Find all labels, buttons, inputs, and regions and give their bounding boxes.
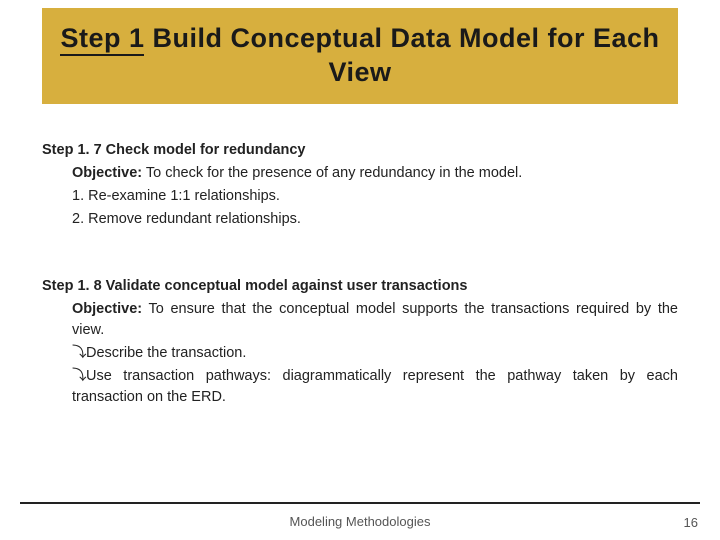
heading-prefix: Step 1. 8 xyxy=(42,278,106,294)
heading-prefix: Step 1. 7 xyxy=(42,142,106,158)
section-heading: Step 1. 7 Check model for redundancy xyxy=(42,140,678,161)
slide-body: Step 1. 7 Check model for redundancy Obj… xyxy=(42,140,678,408)
section-2: Step 1. 8 Validate conceptual model agai… xyxy=(42,276,678,408)
slide: Step 1 Build Conceptual Data Model for E… xyxy=(0,0,720,540)
footer-rule xyxy=(20,502,700,504)
item-text: Describe the transaction. xyxy=(86,345,246,361)
objective-text: To check for the presence of any redunda… xyxy=(142,165,522,181)
slide-title: Step 1 Build Conceptual Data Model for E… xyxy=(42,22,678,90)
arrow-bullet-icon: ⤵ xyxy=(72,366,86,387)
heading-text: Check model for redundancy xyxy=(106,142,306,158)
section-gap xyxy=(42,230,678,276)
list-item: 2. Remove redundant relationships. xyxy=(42,209,678,230)
objective-text: To ensure that the conceptual model supp… xyxy=(72,301,678,338)
objective-line: Objective: To check for the presence of … xyxy=(42,163,678,184)
objective-label: Objective: xyxy=(72,165,142,181)
title-underlined: Step 1 xyxy=(60,23,144,56)
item-text: 1. Re-examine 1:1 relationships. xyxy=(72,188,280,204)
page-number: 16 xyxy=(684,515,698,530)
item-text: 2. Remove redundant relationships. xyxy=(72,211,301,227)
section-1: Step 1. 7 Check model for redundancy Obj… xyxy=(42,140,678,230)
list-item: ⤵Describe the transaction. xyxy=(42,343,678,364)
item-text: Use transaction pathways: diagrammatical… xyxy=(72,368,678,405)
arrow-bullet-icon: ⤵ xyxy=(72,343,86,364)
objective-line: Objective: To ensure that the conceptual… xyxy=(42,299,678,341)
section-heading: Step 1. 8 Validate conceptual model agai… xyxy=(42,276,678,297)
list-item: 1. Re-examine 1:1 relationships. xyxy=(42,186,678,207)
title-rest: Build Conceptual Data Model for Each Vie… xyxy=(144,23,659,87)
objective-label: Objective: xyxy=(72,301,142,317)
title-band: Step 1 Build Conceptual Data Model for E… xyxy=(42,8,678,104)
footer-text: Modeling Methodologies xyxy=(0,510,720,532)
heading-text: Validate conceptual model against user t… xyxy=(106,278,468,294)
list-item: ⤵Use transaction pathways: diagrammatica… xyxy=(42,366,678,408)
